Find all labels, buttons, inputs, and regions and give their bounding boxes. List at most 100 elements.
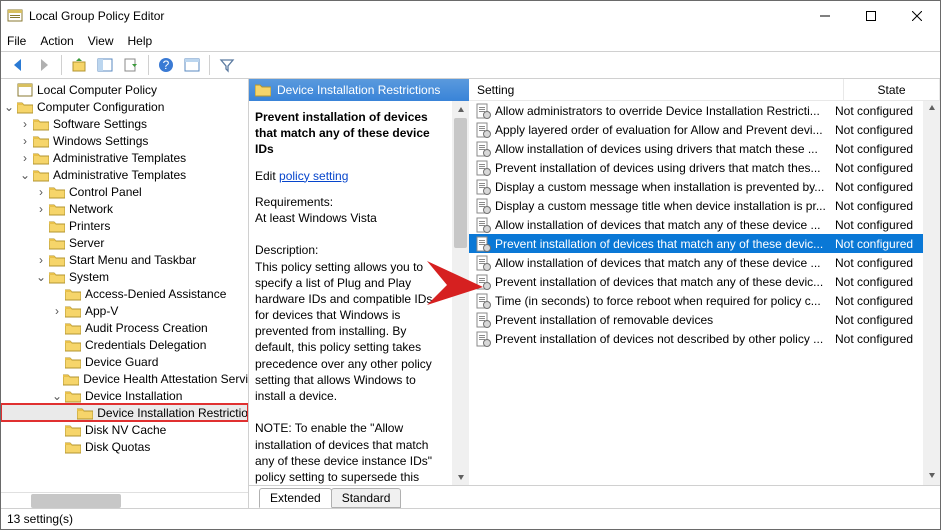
expand-icon[interactable]: › [17, 116, 33, 132]
expand-icon[interactable]: › [33, 201, 49, 217]
expand-icon[interactable]: ⌄ [49, 388, 65, 404]
setting-label: Apply layered order of evaluation for Al… [495, 123, 827, 137]
tree-label: Device Health Attestation Servi [83, 372, 248, 386]
expand-icon[interactable]: ⌄ [33, 269, 49, 285]
setting-label: Prevent installation of devices that mat… [495, 275, 827, 289]
tree-disk-nv-cache[interactable]: Disk NV Cache [1, 421, 248, 438]
tree-server[interactable]: Server [1, 234, 248, 251]
tree-computer-configuration[interactable]: ⌄Computer Configuration [1, 98, 248, 115]
expand-icon[interactable]: › [49, 303, 65, 319]
list-row[interactable]: Display a custom message when installati… [469, 177, 923, 196]
forward-button[interactable] [33, 54, 55, 76]
list-row[interactable]: Prevent installation of devices that mat… [469, 272, 923, 291]
list-row[interactable]: Prevent installation of devices using dr… [469, 158, 923, 177]
minimize-button[interactable] [802, 1, 848, 31]
toolbar: ? [1, 51, 940, 79]
tree-system[interactable]: ⌄ System [1, 268, 248, 285]
maximize-button[interactable] [848, 1, 894, 31]
close-button[interactable] [894, 1, 940, 31]
list-row[interactable]: Display a custom message title when devi… [469, 196, 923, 215]
setting-state: Not configured [827, 275, 923, 289]
tree-control-panel[interactable]: ›Control Panel [1, 183, 248, 200]
tree-label: App-V [85, 304, 118, 318]
tree-start-menu-taskbar[interactable]: ›Start Menu and Taskbar [1, 251, 248, 268]
column-setting[interactable]: Setting [469, 79, 844, 100]
tree-credentials[interactable]: Credentials Delegation [1, 336, 248, 353]
tree-label: Server [69, 236, 104, 250]
description-p1: This policy setting allows you to specif… [255, 259, 446, 405]
setting-state: Not configured [827, 237, 923, 251]
tree-network[interactable]: ›Network [1, 200, 248, 217]
setting-label: Allow installation of devices that match… [495, 218, 827, 232]
tree-device-health[interactable]: Device Health Attestation Servi [1, 370, 248, 387]
tree-admin-templates-2[interactable]: ⌄ Administrative Templates [1, 166, 248, 183]
show-hide-tree-button[interactable] [94, 54, 116, 76]
export-list-button[interactable] [120, 54, 142, 76]
setting-label: Allow installation of devices that match… [495, 256, 827, 270]
properties-button[interactable] [181, 54, 203, 76]
tree-label: Administrative Templates [53, 168, 186, 182]
setting-label: Prevent installation of removable device… [495, 313, 827, 327]
setting-state: Not configured [827, 180, 923, 194]
expand-icon[interactable]: ⌄ [1, 99, 17, 115]
list-row[interactable]: Allow installation of devices that match… [469, 253, 923, 272]
list-row[interactable]: Prevent installation of removable device… [469, 310, 923, 329]
list-row[interactable]: Prevent installation of devices that mat… [469, 234, 923, 253]
list-row[interactable]: Prevent installation of devices not desc… [469, 329, 923, 348]
tree-appv[interactable]: › App-V [1, 302, 248, 319]
filter-button[interactable] [216, 54, 238, 76]
list-row[interactable]: Allow installation of devices that match… [469, 215, 923, 234]
back-button[interactable] [7, 54, 29, 76]
tree-root[interactable]: Local Computer Policy [1, 81, 248, 98]
expand-icon[interactable]: › [33, 252, 49, 268]
setting-state: Not configured [827, 161, 923, 175]
details-title: Prevent installation of devices that mat… [255, 110, 430, 156]
tree-device-guard[interactable]: Device Guard [1, 353, 248, 370]
expand-icon[interactable]: › [17, 150, 33, 166]
tab-bar: Extended Standard [249, 486, 940, 508]
setting-state: Not configured [827, 199, 923, 213]
expand-icon[interactable]: ⌄ [17, 167, 33, 183]
tree-label: Device Installation [85, 389, 182, 403]
tree-label: System [69, 270, 109, 284]
tree-label: Software Settings [53, 117, 147, 131]
edit-policy-link[interactable]: policy setting [279, 169, 348, 183]
tab-standard[interactable]: Standard [331, 488, 402, 508]
list-row[interactable]: Time (in seconds) to force reboot when r… [469, 291, 923, 310]
menu-file[interactable]: File [7, 34, 26, 48]
list-row[interactable]: Allow administrators to override Device … [469, 101, 923, 120]
column-state[interactable]: State [844, 79, 940, 100]
setting-label: Display a custom message title when devi… [495, 199, 827, 213]
tree-device-installation-restrictions[interactable]: Device Installation Restrictio [1, 404, 248, 421]
tree-hscroll[interactable] [1, 492, 248, 508]
tree-software-settings[interactable]: › Software Settings [1, 115, 248, 132]
help-button[interactable]: ? [155, 54, 177, 76]
tree-device-installation[interactable]: ⌄ Device Installation [1, 387, 248, 404]
tree-label: Local Computer Policy [37, 83, 157, 97]
tab-extended[interactable]: Extended [259, 488, 332, 508]
setting-state: Not configured [827, 256, 923, 270]
tree-printers[interactable]: Printers [1, 217, 248, 234]
setting-state: Not configured [827, 294, 923, 308]
tree-label: Printers [69, 219, 110, 233]
menu-view[interactable]: View [88, 34, 114, 48]
tree-label: Disk Quotas [85, 440, 150, 454]
tree-access-denied[interactable]: Access-Denied Assistance [1, 285, 248, 302]
tree-disk-quotas[interactable]: Disk Quotas [1, 438, 248, 455]
details-header: Device Installation Restrictions [249, 79, 469, 101]
list-row[interactable]: Allow installation of devices using driv… [469, 139, 923, 158]
expand-icon[interactable]: › [33, 184, 49, 200]
menu-action[interactable]: Action [40, 34, 73, 48]
up-button[interactable] [68, 54, 90, 76]
setting-label: Display a custom message when installati… [495, 180, 827, 194]
setting-label: Time (in seconds) to force reboot when r… [495, 294, 827, 308]
tree-admin-templates-1[interactable]: ›Administrative Templates [1, 149, 248, 166]
list-row[interactable]: Apply layered order of evaluation for Al… [469, 120, 923, 139]
list-vscroll[interactable] [923, 101, 940, 485]
menu-help[interactable]: Help [128, 34, 153, 48]
setting-label: Prevent installation of devices not desc… [495, 332, 827, 346]
tree-audit-process[interactable]: Audit Process Creation [1, 319, 248, 336]
details-vscroll[interactable] [452, 101, 469, 485]
expand-icon[interactable]: › [17, 133, 33, 149]
tree-windows-settings[interactable]: ›Windows Settings [1, 132, 248, 149]
